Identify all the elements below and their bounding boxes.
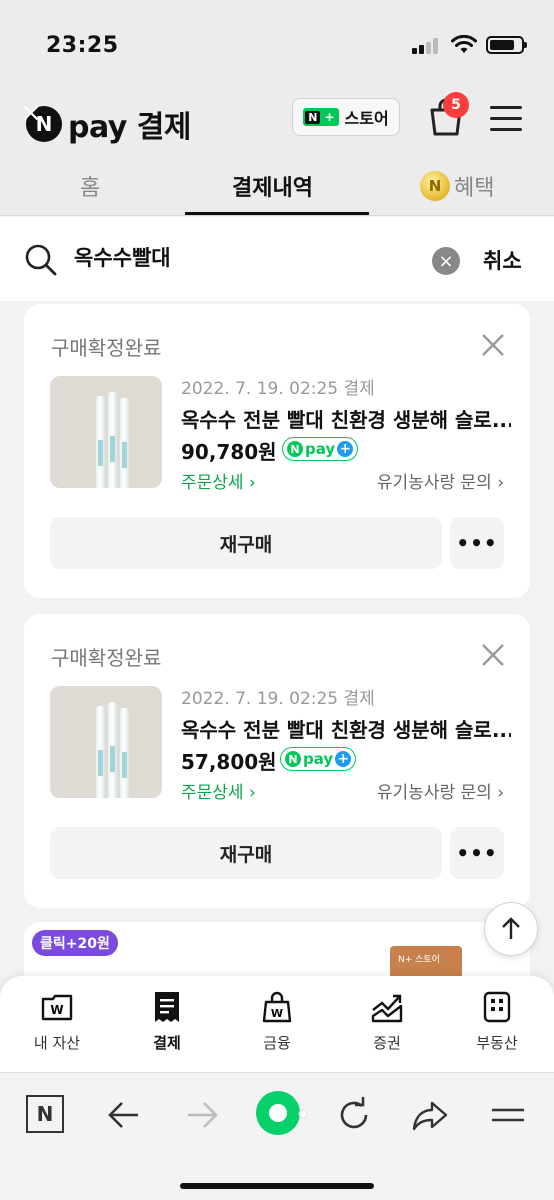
battery-icon (486, 36, 527, 54)
receipt-icon (155, 992, 179, 1022)
forward-arrow-icon[interactable] (182, 1095, 222, 1135)
seller-inquiry-link[interactable]: 유기농사랑 문의 › (377, 778, 504, 803)
order-detail-link[interactable]: 주문상세 › (181, 468, 256, 493)
npay-n-icon: N (285, 751, 301, 767)
share-icon[interactable] (410, 1095, 450, 1135)
product-name[interactable]: 옥수수 전분 빨대 친환경 생분해 슬로... (181, 404, 511, 433)
nav-stocks[interactable]: 증권 (342, 990, 432, 1053)
cancel-button[interactable]: 취소 (483, 245, 522, 275)
store-label: 스토어 (344, 109, 389, 128)
product-thumbnail[interactable] (50, 686, 162, 798)
tab-bar: 홈 결제내역 N 혜택 (0, 158, 554, 216)
store-button[interactable]: N + 스토어 (292, 98, 400, 136)
product-price: 57,800원 (181, 750, 277, 774)
tab-home[interactable]: 홈 (80, 170, 100, 202)
menu-icon[interactable] (488, 1095, 528, 1135)
naver-home-button[interactable]: N (26, 1095, 64, 1133)
order-date: 2022. 7. 19. 02:25 결제 (181, 379, 375, 399)
status-bar: 23:25 (0, 0, 554, 90)
wifi-icon (451, 35, 477, 53)
product-name[interactable]: 옥수수 전분 빨대 친환경 생분해 슬로... (181, 714, 511, 743)
nav-my-assets[interactable]: W 내 자산 (12, 990, 102, 1053)
search-input[interactable] (74, 245, 404, 269)
product-thumbnail[interactable] (50, 376, 162, 488)
npay-n-icon: N (287, 441, 303, 457)
stock-chart-icon (371, 994, 403, 1023)
nplus-badge-icon: N + (303, 108, 339, 126)
active-tab-indicator (185, 212, 369, 215)
close-icon[interactable] (480, 642, 506, 668)
rebuy-button[interactable]: 재구매 (50, 827, 442, 879)
tab-benefits[interactable]: N 혜택 (420, 170, 494, 204)
plus-icon: + (337, 441, 354, 457)
scroll-to-top-button[interactable] (484, 902, 538, 956)
nav-finance[interactable]: W 금융 (232, 990, 322, 1053)
tab-benefits-label: 혜택 (454, 176, 495, 201)
npay-plus-badge: N pay + (282, 437, 359, 461)
page-title: pay 결제 (68, 110, 192, 145)
order-date: 2022. 7. 19. 02:25 결제 (181, 689, 375, 709)
close-icon[interactable] (480, 332, 506, 358)
product-price: 90,780원 (181, 440, 277, 464)
nav-real-estate[interactable]: 부동산 (452, 990, 542, 1053)
money-bag-icon: W (262, 991, 292, 1023)
order-card: 구매확정완료 2022. 7. 19. 02:25 결제 옥수수 전분 빨대 친… (24, 304, 530, 598)
svg-text:W: W (50, 1003, 63, 1017)
search-icon (25, 244, 57, 276)
nav-payment[interactable]: 결제 (122, 990, 212, 1053)
cart-count-badge: 5 (443, 92, 469, 118)
signal-icon (412, 38, 442, 54)
tab-payment-history[interactable]: 결제내역 (232, 170, 313, 202)
search-bar: × 취소 (0, 217, 554, 301)
npay-logo[interactable]: N × pay 결제 (20, 98, 192, 146)
coin-icon: N (420, 171, 450, 201)
arrow-up-icon (502, 917, 520, 939)
rebuy-button[interactable]: 재구매 (50, 517, 442, 569)
back-arrow-icon[interactable] (104, 1095, 144, 1135)
npay-plus-badge: N pay + (280, 747, 357, 771)
green-dot-icon[interactable] (254, 1089, 308, 1143)
wallet-icon: W (41, 994, 73, 1021)
click-reward-badge: 클릭+20원 (32, 930, 118, 956)
order-status: 구매확정완료 (51, 336, 162, 360)
order-card: 구매확정완료 2022. 7. 19. 02:25 결제 옥수수 전분 빨대 친… (24, 614, 530, 908)
more-options-button[interactable]: ••• (450, 827, 504, 879)
browser-toolbar: N (0, 1072, 554, 1200)
refresh-icon[interactable] (334, 1095, 374, 1135)
home-indicator (180, 1183, 374, 1189)
hamburger-menu-icon[interactable] (490, 106, 522, 132)
plus-icon: + (335, 751, 352, 767)
order-detail-link[interactable]: 주문상세 › (181, 778, 256, 803)
seller-inquiry-link[interactable]: 유기농사랑 문의 › (377, 468, 504, 493)
order-status: 구매확정완료 (51, 646, 162, 670)
clear-search-icon[interactable]: × (432, 247, 460, 275)
npay-logo-icon: N × (20, 98, 62, 142)
building-icon (483, 991, 511, 1023)
bottom-navigation: W 내 자산 결제 W 금융 증권 부동산 (0, 976, 554, 1072)
svg-text:W: W (271, 1007, 283, 1020)
more-options-button[interactable]: ••• (450, 517, 504, 569)
app-header: N × pay 결제 N + 스토어 5 (0, 90, 554, 158)
status-time: 23:25 (46, 33, 119, 58)
